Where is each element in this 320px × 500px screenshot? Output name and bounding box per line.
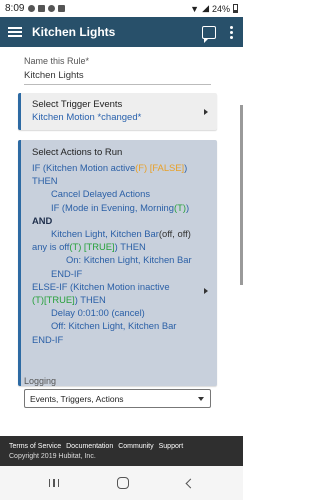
- select-actions-button[interactable]: Select Actions to Run IF (Kitchen Motion…: [18, 140, 217, 386]
- status-right: ▼ ◢ 24%: [190, 3, 238, 14]
- chat-icon[interactable]: [202, 25, 216, 43]
- chevron-right-icon: [204, 108, 208, 115]
- trigger-title: Select Trigger Events: [32, 99, 123, 110]
- notification-icons: [28, 5, 66, 12]
- action-line: any is off(T) [TRUE]) THEN: [32, 241, 146, 253]
- action-line: Delay 0:01:00 (cancel): [51, 307, 145, 319]
- trigger-summary: Kitchen Motion *changed*: [32, 112, 142, 123]
- action-line: Kitchen Light, Kitchen Bar(off, off): [51, 228, 191, 240]
- action-line: END-IF: [32, 333, 64, 345]
- select-trigger-events-button[interactable]: Select Trigger Events Kitchen Motion *ch…: [18, 93, 217, 130]
- system-nav-bar: [0, 466, 243, 500]
- logging-select[interactable]: Events, Triggers, Actions: [24, 389, 211, 408]
- main-content: Name this Rule* Kitchen Lights Select Tr…: [0, 47, 243, 442]
- scrollbar[interactable]: [240, 105, 243, 285]
- copyright: Copyright 2019 Hubitat, Inc.: [9, 453, 96, 460]
- terms-of-service-link[interactable]: Terms of Service: [9, 443, 61, 450]
- battery-icon: [233, 4, 238, 13]
- action-line: IF (Kitchen Motion active(F) [FALSE]): [32, 162, 188, 173]
- rule-name-label: Name this Rule*: [24, 56, 90, 66]
- logging-selected-value: Events, Triggers, Actions: [30, 394, 124, 404]
- status-bar: 8:09 ▼ ◢ 24%: [0, 0, 243, 17]
- action-line: ELSE-IF (Kitchen Motion inactive: [32, 280, 170, 292]
- action-line: IF (Mode in Evening, Morning(T)): [51, 201, 190, 213]
- app-bar: Kitchen Lights: [0, 17, 243, 47]
- hamburger-menu-icon[interactable]: [8, 25, 22, 39]
- logging-label: Logging: [24, 376, 57, 386]
- status-time: 8:09: [5, 3, 25, 14]
- wifi-icon: ▼: [190, 3, 200, 14]
- actions-title: Select Actions to Run: [32, 147, 123, 158]
- action-line: Cancel Delayed Actions: [51, 188, 151, 200]
- documentation-link[interactable]: Documentation: [66, 443, 113, 450]
- sync-icon: [48, 5, 56, 12]
- chevron-down-icon: [198, 397, 204, 401]
- action-line: Off: Kitchen Light, Kitchen Bar: [51, 320, 177, 332]
- page-title: Kitchen Lights: [32, 25, 116, 39]
- back-icon[interactable]: [185, 478, 196, 488]
- action-line: END-IF: [51, 267, 83, 279]
- community-link[interactable]: Community: [118, 443, 153, 450]
- signal-icon: ◢: [202, 3, 209, 13]
- more-options-icon[interactable]: [228, 25, 235, 39]
- home-icon[interactable]: [117, 477, 130, 489]
- support-link[interactable]: Support: [159, 443, 184, 450]
- action-line: (T)[TRUE]) THEN: [32, 294, 106, 306]
- footer: Terms of Service Documentation Community…: [0, 436, 243, 466]
- footer-links: Terms of Service Documentation Community…: [9, 443, 234, 450]
- screen: 8:09 ▼ ◢ 24% Kitchen Lights Name this Ru…: [0, 0, 243, 500]
- rule-name-input[interactable]: Kitchen Lights: [24, 70, 211, 85]
- action-line: AND: [32, 214, 53, 226]
- actions-summary: IF (Kitchen Motion active(F) [FALSE]) TH…: [32, 161, 210, 346]
- action-line: On: Kitchen Light, Kitchen Bar: [66, 254, 192, 266]
- notification-icon: [28, 5, 36, 12]
- battery-percent: 24%: [211, 3, 230, 14]
- email-icon: [38, 5, 46, 12]
- recent-apps-icon[interactable]: [48, 479, 60, 487]
- image-icon: [58, 5, 66, 12]
- chevron-right-icon: [204, 288, 208, 294]
- action-line: THEN: [32, 175, 58, 187]
